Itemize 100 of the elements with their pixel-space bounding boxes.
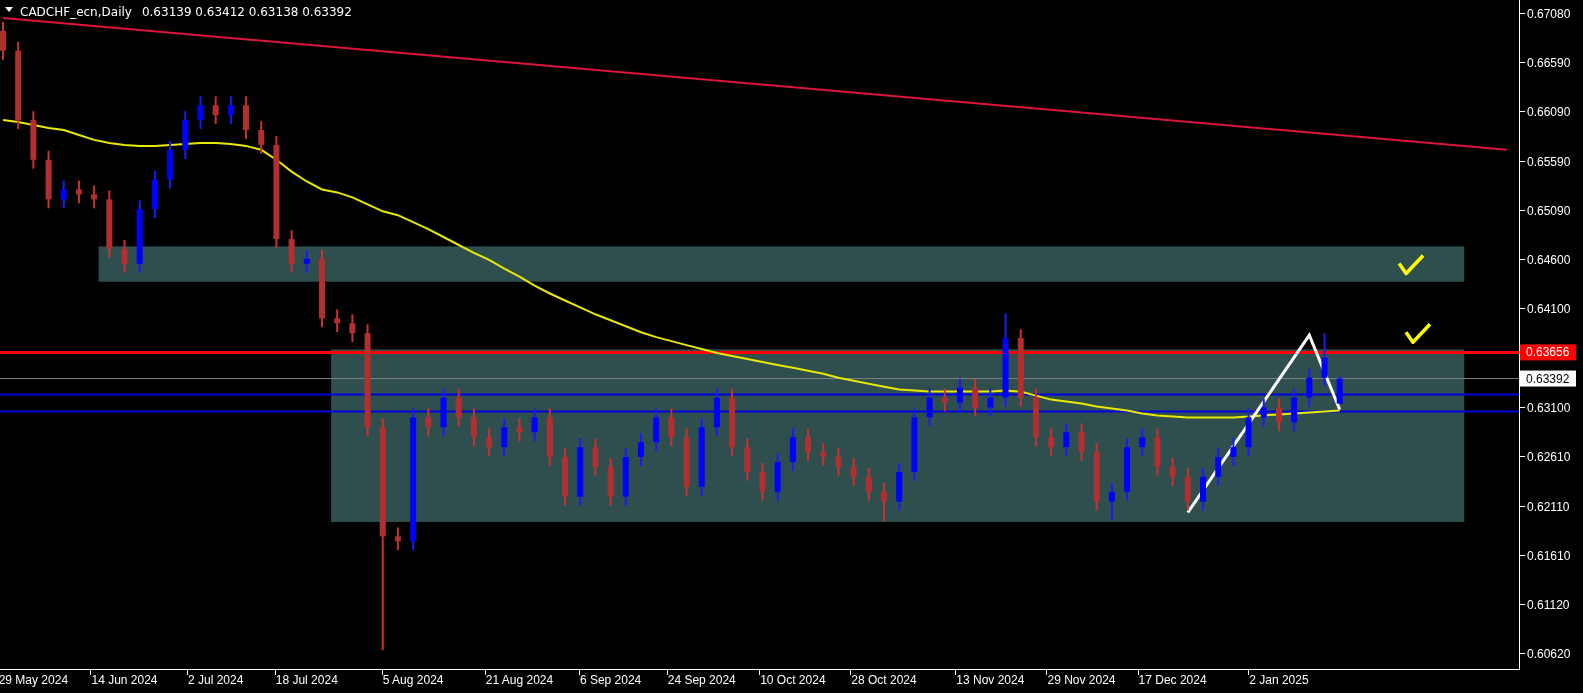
candlestick [774, 452, 781, 502]
candlestick [1124, 437, 1131, 502]
candlestick [577, 437, 584, 507]
price-axis-label: 0.66590 [1527, 55, 1571, 70]
candlestick [75, 179, 82, 205]
price-axis-label: 0.61120 [1527, 597, 1570, 612]
price-quotes: 0.63139 0.63412 0.63138 0.63392 [141, 5, 352, 19]
price-axis-label: 0.60620 [1527, 646, 1571, 661]
date-axis-label: 13 Nov 2024 [956, 673, 1025, 687]
date-axis-label: 29 Nov 2024 [1047, 673, 1116, 687]
candlestick [1093, 442, 1100, 512]
date-axis-label: 17 Dec 2024 [1138, 673, 1207, 687]
candlestick [1230, 437, 1237, 467]
candlestick [683, 427, 690, 497]
candlestick [334, 308, 341, 334]
candlestick [1245, 407, 1252, 458]
ref-line-label: 0.63392 [1526, 371, 1570, 386]
ref-line-label: 0.63656 [1526, 345, 1570, 360]
date-axis-label: 29 May 2024 [0, 673, 69, 687]
candlestick [835, 447, 842, 477]
candlestick [0, 21, 6, 61]
candlestick [729, 387, 736, 458]
price-axis-label: 0.64600 [1527, 252, 1571, 267]
date-axis-label: 14 Jun 2024 [91, 673, 158, 687]
date-axis-label: 2 Jan 2025 [1249, 673, 1309, 687]
candlestick [288, 229, 295, 274]
candlestick [501, 417, 508, 458]
candlestick [1169, 457, 1176, 487]
candlestick [30, 110, 37, 170]
candlestick [151, 169, 158, 220]
candlestick [394, 526, 401, 552]
candlestick [440, 387, 447, 438]
price-tag: 0.63656 [1520, 344, 1576, 361]
candlestick [531, 407, 538, 443]
candlestick [622, 447, 629, 507]
candlestick [1275, 397, 1282, 433]
candlestick [562, 447, 569, 507]
candlestick [1200, 466, 1206, 512]
date-axis-label: 21 Aug 2024 [485, 673, 554, 687]
date-axis-label: 10 Oct 2024 [760, 673, 826, 687]
candlestick [653, 407, 660, 453]
date-axis-label: 18 Jul 2024 [275, 673, 338, 687]
check-icon [1404, 323, 1432, 344]
candlestick [896, 462, 903, 512]
candlestick [941, 387, 948, 413]
price-axis-label: 0.61610 [1527, 548, 1571, 563]
candlestick [850, 457, 857, 487]
candlestick [744, 437, 751, 482]
candlestick [1108, 481, 1115, 522]
candlestick [1032, 387, 1039, 448]
dropdown-triangle-icon [5, 7, 13, 12]
price-axis-label: 0.62110 [1527, 499, 1570, 514]
candlestick [121, 239, 128, 274]
candlestick [91, 184, 98, 210]
candlestick [303, 248, 310, 274]
candlestick [881, 481, 887, 523]
candlestick [546, 407, 553, 467]
candlestick [1184, 466, 1191, 512]
candlestick [1321, 332, 1328, 388]
candlestick [212, 95, 219, 126]
date-axis-label: 28 Oct 2024 [851, 673, 917, 687]
candlestick [455, 387, 462, 428]
candlestick [227, 95, 234, 126]
candlestick [1215, 447, 1222, 487]
price-axis-label: 0.66090 [1527, 104, 1571, 119]
candlestick [789, 427, 796, 472]
candlestick [45, 149, 52, 210]
candlestick [243, 95, 250, 140]
candlestick [167, 139, 174, 190]
candlestick [865, 466, 872, 502]
candlestick [1260, 397, 1267, 428]
candlestick [1291, 387, 1298, 433]
chart-symbol: CADCHF_ecn,Daily [20, 5, 132, 19]
price-axis-label: 0.64100 [1527, 301, 1571, 316]
candlestick [349, 313, 356, 344]
price-axis-label: 0.65590 [1527, 154, 1571, 169]
candlestick [1063, 422, 1070, 458]
candlestick [182, 110, 189, 160]
check-icon [1397, 254, 1425, 276]
candlestick [106, 189, 113, 259]
date-axis-label: 5 Aug 2024 [382, 673, 444, 687]
candlestick [470, 407, 477, 448]
date-axis-label: 2 Jul 2024 [187, 673, 244, 687]
candlestick [972, 377, 979, 418]
candlestick [1336, 375, 1343, 405]
candlestick [668, 407, 675, 448]
candlestick [60, 179, 67, 210]
candlestick [197, 95, 204, 130]
candlestick [926, 387, 933, 428]
candlestick [607, 457, 614, 507]
candlestick [592, 437, 599, 477]
candlestick [486, 427, 493, 458]
price-axis-label: 0.67080 [1527, 6, 1571, 21]
candlestick [1078, 422, 1085, 462]
candlestick [258, 120, 265, 155]
candlestick [638, 432, 644, 467]
candlestick [956, 377, 963, 413]
candlestick [987, 387, 994, 418]
candlestick [1306, 367, 1313, 408]
candlestick [805, 427, 812, 462]
